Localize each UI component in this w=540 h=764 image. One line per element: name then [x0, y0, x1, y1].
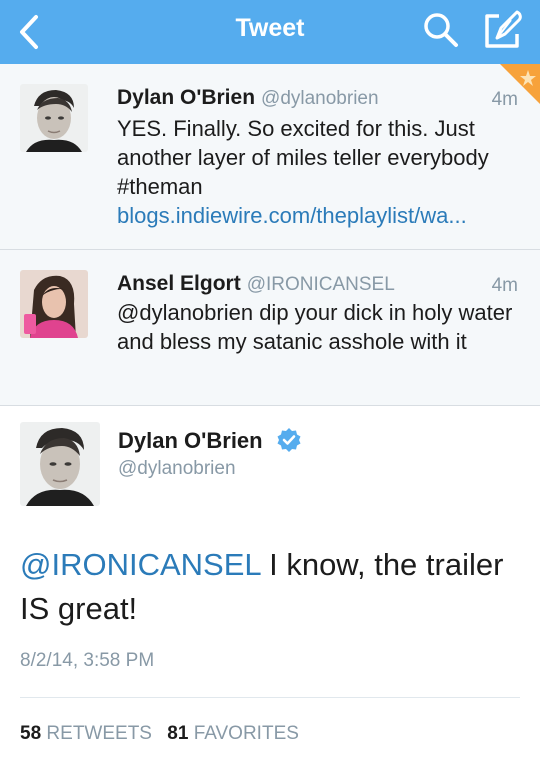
tweet-time: 4m	[491, 275, 518, 296]
avatar[interactable]	[20, 84, 88, 152]
search-icon[interactable]	[421, 10, 461, 50]
favorites-label: FAVORITES	[193, 723, 299, 744]
tweet-text: YES. Finally. So excited for this. Just …	[117, 114, 522, 230]
favorites-count: 81	[167, 723, 189, 744]
verified-badge-icon	[277, 428, 301, 452]
tweet-timestamp: 8/2/14, 3:58 PM	[20, 650, 155, 671]
retweets-label: RETWEETS	[46, 723, 152, 744]
author-handle: @dylanobrien	[261, 88, 379, 109]
author-handle: @IRONICANSEL	[246, 274, 395, 295]
tweet-text-body: YES. Finally. So excited for this. Just …	[117, 116, 489, 199]
main-author-name[interactable]: Dylan O'Brien	[118, 428, 263, 454]
favorites-stat[interactable]: 81 FAVORITES	[167, 723, 299, 744]
tweet-stats: 58 RETWEETS 81 FAVORITES	[20, 723, 309, 745]
tweet-row[interactable]: Dylan O'Brien @dylanobrien 4m YES. Finall…	[0, 64, 540, 250]
tweet-row[interactable]: Ansel Elgort @IRONICANSEL 4m @dylanobrien…	[0, 250, 540, 406]
main-author-handle[interactable]: @dylanobrien	[118, 458, 236, 480]
nav-bar: Tweet	[0, 0, 540, 64]
author-name[interactable]: Ansel Elgort @IRONICANSEL	[117, 272, 395, 296]
tweet-time: 4m	[491, 89, 518, 110]
main-tweet-text: @IRONICANSEL I know, the trailer IS grea…	[20, 543, 520, 631]
main-avatar[interactable]	[20, 422, 100, 506]
tweet-text: @dylanobrien dip your dick in holy water…	[117, 300, 513, 354]
retweets-stat[interactable]: 58 RETWEETS	[20, 723, 152, 744]
divider	[20, 697, 520, 698]
avatar[interactable]	[20, 270, 88, 338]
author-name-text: Dylan O'Brien	[117, 86, 256, 109]
author-name[interactable]: Dylan O'Brien @dylanobrien	[117, 86, 379, 110]
author-name-text: Ansel Elgort	[117, 272, 241, 295]
compose-icon[interactable]	[481, 8, 525, 52]
mention-link[interactable]: @IRONICANSEL	[20, 547, 260, 582]
retweets-count: 58	[20, 723, 42, 744]
tweet-link[interactable]: blogs.indiewire.com/theplaylist/wa...	[117, 203, 467, 228]
